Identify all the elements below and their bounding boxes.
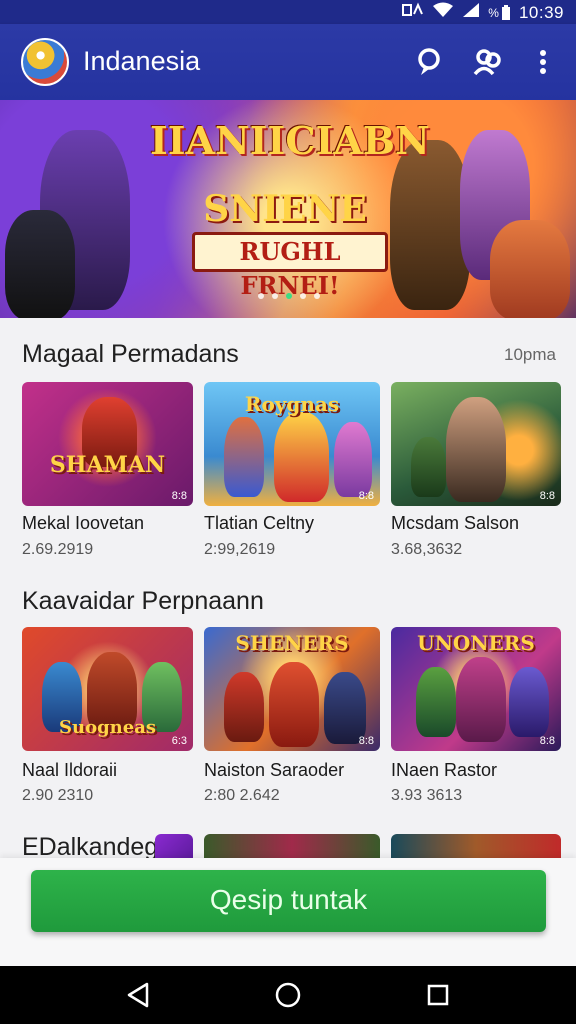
more-menu-icon[interactable] [525, 44, 561, 80]
game-card-title[interactable]: Mekal Ioovetan [22, 513, 144, 534]
game-card-title[interactable]: Naiston Saraoder [204, 760, 344, 781]
card-badge: 8:8 [171, 490, 187, 502]
friends-icon[interactable] [470, 44, 506, 80]
card-logo-text: SHENERS [235, 631, 349, 655]
hero-character-right [390, 140, 470, 310]
card-character [269, 662, 319, 747]
section-title: Magaal Permadans [22, 340, 239, 368]
battery-text: % [488, 5, 499, 20]
hero-character-left-2 [5, 210, 75, 318]
battery-icon: % [488, 4, 511, 21]
recents-icon[interactable] [423, 980, 453, 1010]
section-title: Kaavaidar Perpnaann [22, 587, 264, 615]
carousel-dot[interactable] [258, 293, 264, 299]
game-card-meta: 3.93 3613 [391, 787, 463, 804]
card-character [274, 412, 329, 502]
cta-button[interactable]: Qesip tuntak [31, 870, 546, 932]
game-card-image[interactable]: Suogneas 6:3 [22, 627, 193, 751]
game-card-image[interactable]: UNONERS 8:8 [391, 627, 561, 751]
status-bar: % 10:39 [0, 0, 576, 24]
search-icon[interactable] [411, 44, 447, 80]
system-nav-bar [0, 966, 576, 1024]
card-character [509, 667, 549, 737]
signal-icon [462, 2, 480, 23]
game-card-title[interactable]: Naal Ildoraii [22, 760, 117, 781]
clock: 10:39 [518, 2, 564, 22]
app-bar: Indanesia [0, 24, 576, 100]
hero-title: IIANIICIABN [150, 118, 430, 163]
carousel-dot[interactable] [272, 293, 278, 299]
card-logo-text: Suogneas [58, 717, 156, 738]
card-character [446, 397, 506, 502]
card-badge: 8:8 [358, 735, 374, 747]
card-character [416, 667, 456, 737]
card-character [324, 672, 366, 744]
game-card-meta: 2.69.2919 [22, 541, 94, 558]
game-card-meta: 2:99,2619 [204, 541, 276, 558]
card-logo-text: SHAMAN [49, 452, 166, 478]
carousel-dot[interactable] [286, 293, 292, 299]
card-character [334, 422, 372, 497]
card-badge: 8:8 [539, 735, 555, 747]
card-badge: 8:8 [539, 490, 555, 502]
game-card-image[interactable]: Roygnas 8:8 [204, 382, 380, 506]
card-badge: 6:3 [171, 735, 187, 747]
card-badge: 8:8 [358, 490, 374, 502]
game-card-meta: 3.68,3632 [391, 541, 463, 558]
game-card-image[interactable]: SHAMAN 8:8 [22, 382, 193, 506]
game-card-image[interactable]: 8:8 [391, 382, 561, 506]
sim-icon [402, 2, 424, 23]
app-logo-icon[interactable] [21, 38, 69, 86]
card-character [411, 437, 446, 497]
game-card-title[interactable]: Mcsdam Salson [391, 513, 519, 534]
section-more-link[interactable]: 10pma [504, 345, 556, 365]
game-card-title[interactable]: INaen Rastor [391, 760, 497, 781]
hero-subtitle: SNIENE [203, 188, 367, 230]
cta-container: Qesip tuntak [0, 858, 576, 966]
hero-banner[interactable]: IIANIICIABN SNIENE RUGHL FRNEI! [0, 100, 576, 318]
home-icon[interactable] [273, 980, 303, 1010]
game-card-meta: 2:80 2.642 [204, 787, 280, 804]
app-title: Indanesia [83, 46, 201, 76]
game-card-image[interactable]: SHENERS 8:8 [204, 627, 380, 751]
card-logo-text: UNONERS [417, 631, 535, 655]
carousel-dot[interactable] [300, 293, 306, 299]
carousel-indicator [258, 293, 320, 299]
wifi-icon [432, 2, 454, 23]
card-character [224, 417, 264, 497]
game-card-meta: 2.90 2310 [22, 787, 94, 804]
hero-tagline: RUGHL FRNEI! [192, 232, 388, 300]
carousel-dot[interactable] [314, 293, 320, 299]
game-card-title[interactable]: Tlatian Celtny [204, 513, 314, 534]
hero-character-right-3 [490, 220, 570, 318]
back-icon[interactable] [123, 980, 153, 1010]
card-logo-text: Roygnas [244, 392, 340, 416]
card-character [456, 657, 506, 742]
card-character [224, 672, 264, 742]
